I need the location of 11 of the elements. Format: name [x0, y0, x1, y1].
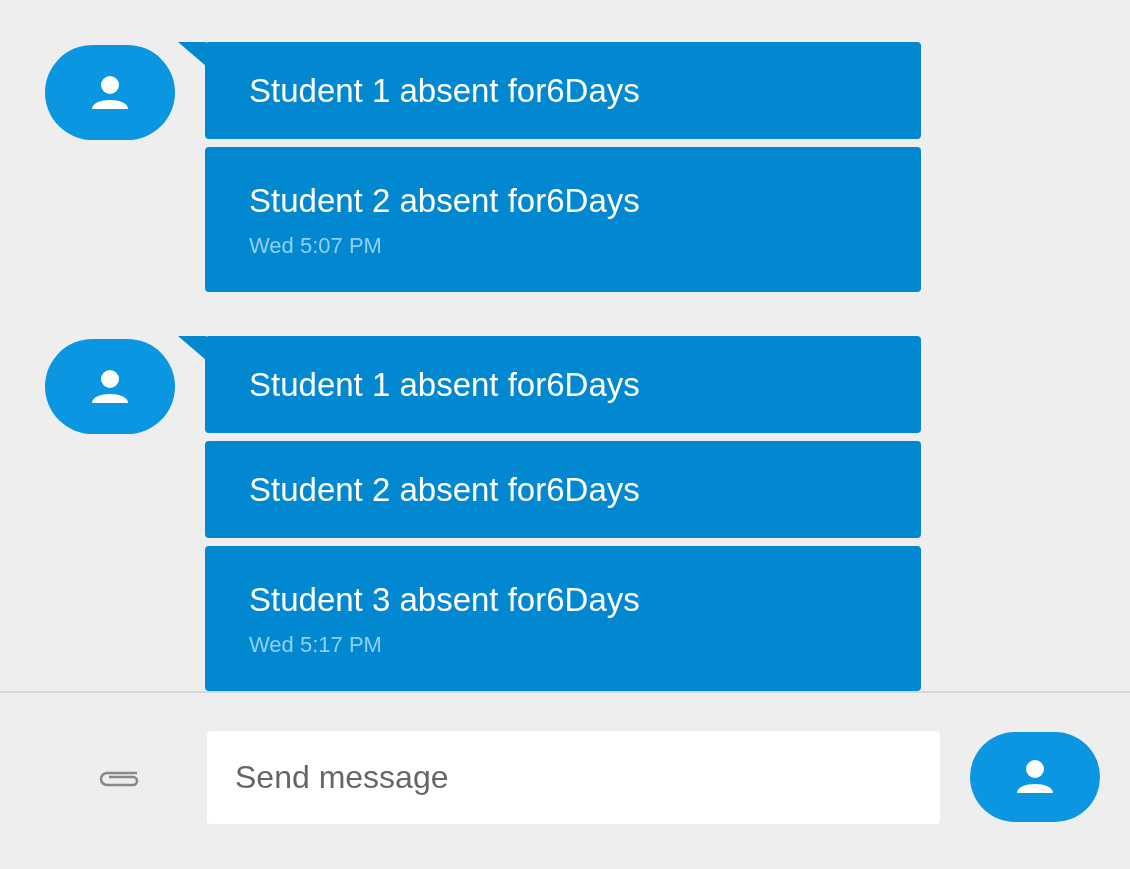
person-icon	[90, 368, 130, 405]
message-text: Student 2 absent for6Days	[249, 469, 641, 510]
message-time: Wed 5:07 PM	[249, 232, 383, 260]
message-time: Wed 5:17 PM	[249, 631, 383, 659]
message-text: Student 1 absent for6Days	[249, 364, 641, 405]
message-text: Student 3 absent for6Days	[249, 580, 641, 620]
message-text: Student 1 absent for6Days	[249, 70, 641, 111]
person-icon	[1015, 759, 1055, 795]
message-input[interactable]: Send message	[207, 730, 940, 824]
message-text: Student 2 absent for6Days	[249, 181, 641, 221]
person-icon	[90, 74, 130, 111]
